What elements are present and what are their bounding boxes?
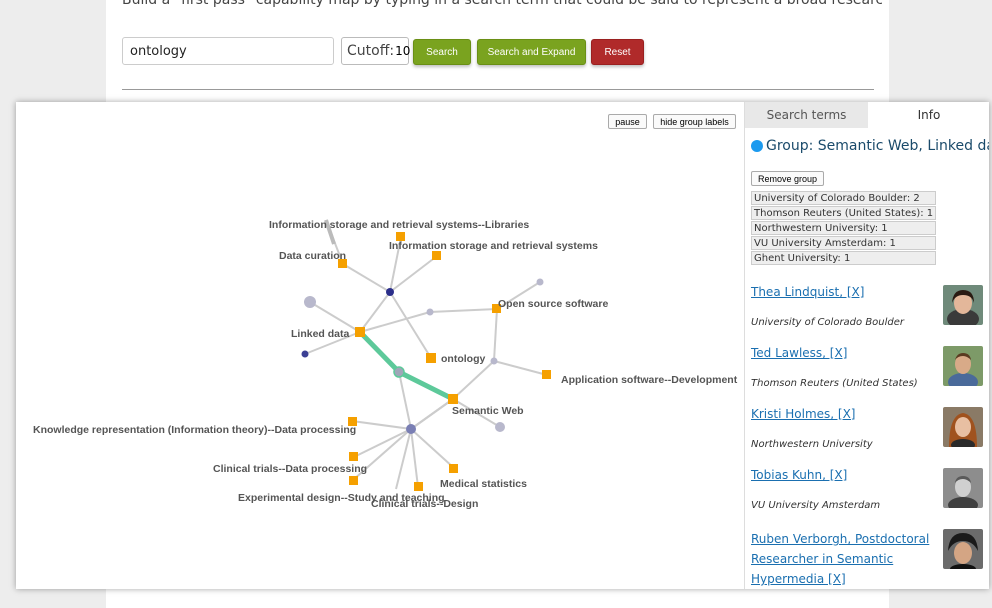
sidebar-tabs: Search terms Info	[745, 102, 989, 128]
node-label: Semantic Web	[452, 405, 524, 417]
search-and-expand-button[interactable]: Search and Expand	[477, 39, 586, 65]
term-node[interactable]	[542, 370, 551, 379]
remove-group-button[interactable]: Remove group	[751, 171, 824, 186]
institution-item: VU University Amsterdam: 1	[751, 236, 937, 250]
person-link[interactable]: Thea Lindquist, [X]	[751, 285, 864, 299]
link	[359, 291, 391, 333]
institution-item: University of Colorado Boulder: 2	[751, 191, 937, 205]
link	[342, 263, 391, 293]
link	[429, 308, 498, 313]
node-label: Medical statistics	[440, 478, 527, 490]
person-affiliation: University of Colorado Boulder	[751, 317, 905, 328]
capability-map-panel: Information storage and retrieval system…	[16, 102, 989, 589]
person-link[interactable]: Tobias Kuhn, [X]	[751, 468, 847, 482]
node-label: ontology	[441, 353, 485, 365]
node-label: Application software--Development	[561, 374, 738, 386]
term-node[interactable]	[355, 327, 365, 337]
link	[410, 428, 419, 488]
person-link[interactable]: Kristi Holmes, [X]	[751, 407, 855, 421]
group-node[interactable]	[393, 366, 405, 378]
term-node[interactable]	[448, 394, 458, 404]
person-photo	[943, 407, 983, 447]
term-node[interactable]	[426, 353, 436, 363]
person-item: Tobias Kuhn, [X] VU University Amsterdam	[751, 468, 987, 529]
institution-list: University of Colorado Boulder: 2 Thomso…	[751, 191, 937, 266]
term-node[interactable]	[349, 452, 358, 461]
people-list: Thea Lindquist, [X] University of Colora…	[751, 285, 987, 589]
pause-button[interactable]: pause	[608, 114, 647, 129]
person-affiliation: Northwestern University	[751, 439, 873, 450]
person-item: Ruben Verborgh, Postdoctoral Researcher …	[751, 529, 987, 589]
term-node[interactable]	[414, 482, 423, 491]
person-photo	[943, 346, 983, 386]
link	[395, 428, 412, 490]
group-node[interactable]	[426, 308, 434, 316]
person-link[interactable]: Ted Lawless, [X]	[751, 346, 847, 360]
graph-canvas[interactable]: Information storage and retrieval system…	[16, 102, 744, 589]
node-label: Linked data	[291, 328, 350, 340]
group-node[interactable]	[386, 288, 394, 296]
person-item: Ted Lawless, [X] Thomson Reuters (United…	[751, 346, 987, 407]
institution-item: Ghent University: 1	[751, 251, 937, 265]
node-label: Information storage and retrieval system…	[269, 219, 529, 231]
node-label: Data curation	[279, 250, 346, 262]
term-node[interactable]	[349, 476, 358, 485]
cutoff-label: Cutoff:	[347, 43, 395, 59]
group-node[interactable]	[406, 424, 416, 434]
link-highlight	[397, 369, 455, 402]
term-node[interactable]	[432, 251, 441, 260]
group-title: Group: Semantic Web, Linked data	[766, 138, 989, 154]
node-label: Open source software	[498, 298, 608, 310]
link-highlight	[358, 330, 401, 374]
node-label: Information storage and retrieval system…	[389, 240, 598, 252]
tab-info[interactable]: Info	[868, 102, 989, 128]
group-node[interactable]	[490, 357, 498, 365]
group-node[interactable]	[536, 278, 544, 286]
tab-search-terms[interactable]: Search terms	[745, 102, 868, 128]
link	[410, 428, 455, 469]
person-affiliation: Thomson Reuters (United States)	[751, 378, 918, 389]
group-color-dot	[751, 140, 763, 152]
link	[351, 420, 412, 430]
person-affiliation: VU University Amsterdam	[751, 500, 881, 511]
institution-item: Thomson Reuters (United States): 1	[751, 206, 937, 220]
group-heading: Group: Semantic Web, Linked data	[751, 138, 989, 154]
person-photo	[943, 468, 983, 508]
person-photo	[943, 285, 983, 325]
search-button[interactable]: Search	[413, 39, 471, 65]
info-sidebar: Search terms Info Group: Semantic Web, L…	[744, 102, 989, 589]
node-label: Knowledge representation (Information th…	[33, 424, 356, 436]
person-photo	[943, 529, 983, 569]
group-node[interactable]	[304, 296, 316, 308]
intro-text: Build a "first pass" capability map by t…	[122, 0, 882, 8]
graph-nodes	[301, 232, 551, 491]
search-input[interactable]	[122, 37, 334, 65]
link	[359, 311, 431, 333]
person-link[interactable]: Ruben Verborgh, Postdoctoral Researcher …	[751, 529, 951, 589]
link	[389, 291, 432, 359]
term-node[interactable]	[449, 464, 458, 473]
cutoff-value[interactable]: 10	[395, 44, 410, 58]
group-node[interactable]	[301, 350, 309, 358]
group-node[interactable]	[495, 422, 505, 432]
link	[398, 371, 412, 430]
network-graph[interactable]: Information storage and retrieval system…	[16, 102, 744, 589]
person-item: Thea Lindquist, [X] University of Colora…	[751, 285, 987, 346]
institution-item: Northwestern University: 1	[751, 221, 937, 235]
divider	[122, 89, 874, 90]
link	[452, 360, 495, 400]
node-label: Clinical trials--Data processing	[213, 463, 367, 475]
person-item: Kristi Holmes, [X] Northwestern Universi…	[751, 407, 987, 468]
cutoff-field[interactable]: Cutoff: 10	[341, 37, 410, 65]
node-label: Clinical trials--Design	[371, 498, 478, 510]
reset-button[interactable]: Reset	[591, 39, 644, 65]
link	[410, 398, 454, 430]
link	[493, 360, 548, 376]
hide-group-labels-button[interactable]: hide group labels	[653, 114, 736, 129]
link	[493, 308, 498, 362]
